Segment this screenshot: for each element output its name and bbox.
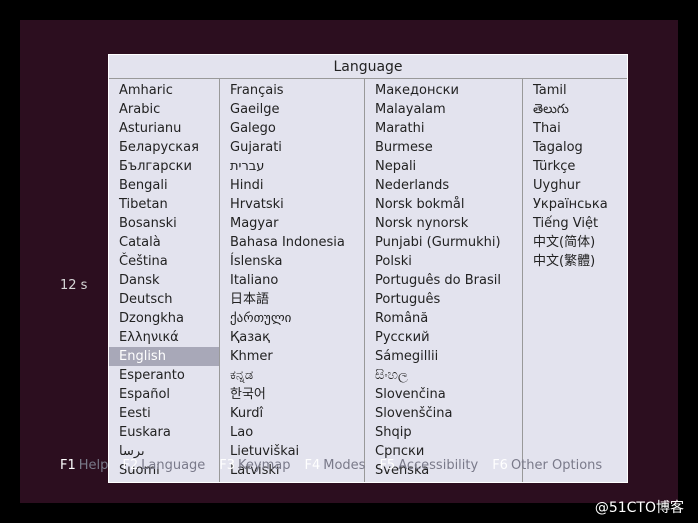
- language-option[interactable]: Türkçe: [523, 157, 627, 176]
- fkey-label: F2: [122, 458, 138, 473]
- language-option[interactable]: Íslenska: [220, 252, 364, 271]
- language-option[interactable]: Nederlands: [365, 176, 522, 195]
- fkey-action: Keymap: [238, 458, 290, 473]
- language-columns: AmharicArabicAsturianuБеларускаяБългарск…: [109, 79, 627, 482]
- language-option[interactable]: Hrvatski: [220, 195, 364, 214]
- language-option[interactable]: Galego: [220, 119, 364, 138]
- language-option[interactable]: Euskara: [109, 423, 219, 442]
- language-option[interactable]: Deutsch: [109, 290, 219, 309]
- language-option[interactable]: Thai: [523, 119, 627, 138]
- language-option[interactable]: Norsk bokmål: [365, 195, 522, 214]
- fkey-label: F1: [60, 458, 76, 473]
- language-option[interactable]: Bosanski: [109, 214, 219, 233]
- fkey-action: Other Options: [511, 458, 602, 473]
- language-option[interactable]: Македонски: [365, 81, 522, 100]
- language-option[interactable]: Norsk nynorsk: [365, 214, 522, 233]
- language-option[interactable]: עברית: [220, 157, 364, 176]
- footer-option[interactable]: F3Keymap: [219, 458, 290, 473]
- fkey-label: F5: [379, 458, 395, 473]
- language-option[interactable]: Ελληνικά: [109, 328, 219, 347]
- watermark: @51CTO博客: [595, 497, 684, 517]
- language-option[interactable]: Polski: [365, 252, 522, 271]
- language-option[interactable]: Eesti: [109, 404, 219, 423]
- language-option[interactable]: Português: [365, 290, 522, 309]
- footer-option[interactable]: F1Help: [60, 458, 108, 473]
- language-option[interactable]: 中文(繁體): [523, 252, 627, 271]
- language-option[interactable]: Hindi: [220, 176, 364, 195]
- fkey-action: Modes: [323, 458, 365, 473]
- language-option[interactable]: Punjabi (Gurmukhi): [365, 233, 522, 252]
- language-option[interactable]: Asturianu: [109, 119, 219, 138]
- language-option[interactable]: Dzongkha: [109, 309, 219, 328]
- language-column: AmharicArabicAsturianuБеларускаяБългарск…: [109, 79, 220, 482]
- footer-bar: F1Help F2Language F3Keymap F4Modes F5Accessi…: [60, 458, 602, 473]
- language-option[interactable]: Nepali: [365, 157, 522, 176]
- fkey-label: F6: [492, 458, 508, 473]
- language-option[interactable]: ಕನ್ನಡ: [220, 366, 364, 385]
- language-option[interactable]: Uyghur: [523, 176, 627, 195]
- language-option[interactable]: Čeština: [109, 252, 219, 271]
- language-option[interactable]: Tamil: [523, 81, 627, 100]
- fkey-action: Accessibility: [398, 458, 478, 473]
- language-option[interactable]: Shqip: [365, 423, 522, 442]
- countdown-timer: 12 s: [60, 278, 87, 293]
- language-option[interactable]: Español: [109, 385, 219, 404]
- fkey-label: F4: [305, 458, 321, 473]
- language-column: TamilతెలుగుThaiTagalogTürkçeUyghurУкраїн…: [523, 79, 627, 482]
- language-option[interactable]: Khmer: [220, 347, 364, 366]
- language-option[interactable]: Magyar: [220, 214, 364, 233]
- language-option[interactable]: Marathi: [365, 119, 522, 138]
- language-option[interactable]: Français: [220, 81, 364, 100]
- footer-option[interactable]: F5Accessibility: [379, 458, 478, 473]
- language-option[interactable]: Lao: [220, 423, 364, 442]
- language-option[interactable]: Беларуская: [109, 138, 219, 157]
- footer-option[interactable]: F4Modes: [305, 458, 366, 473]
- language-option[interactable]: Esperanto: [109, 366, 219, 385]
- fkey-label: F3: [219, 458, 235, 473]
- language-option[interactable]: Português do Brasil: [365, 271, 522, 290]
- language-option[interactable]: Sámegillii: [365, 347, 522, 366]
- language-option[interactable]: 中文(简体): [523, 233, 627, 252]
- installer-screen: 12 s Language AmharicArabicAsturianuБела…: [20, 20, 678, 503]
- language-option[interactable]: Català: [109, 233, 219, 252]
- language-option[interactable]: Gujarati: [220, 138, 364, 157]
- language-option[interactable]: Tiếng Việt: [523, 214, 627, 233]
- language-option[interactable]: Burmese: [365, 138, 522, 157]
- language-option[interactable]: Українська: [523, 195, 627, 214]
- language-option[interactable]: Slovenščina: [365, 404, 522, 423]
- language-option[interactable]: Tagalog: [523, 138, 627, 157]
- language-option[interactable]: Български: [109, 157, 219, 176]
- language-option[interactable]: 日本語: [220, 290, 364, 309]
- language-option[interactable]: English: [109, 347, 219, 366]
- language-option[interactable]: Қазақ: [220, 328, 364, 347]
- language-option[interactable]: తెలుగు: [523, 100, 627, 119]
- language-column: МакедонскиMalayalamMarathiBurmeseNepaliN…: [365, 79, 523, 482]
- language-option[interactable]: Malayalam: [365, 100, 522, 119]
- footer-option[interactable]: F2Language: [122, 458, 205, 473]
- language-option[interactable]: Bahasa Indonesia: [220, 233, 364, 252]
- language-option[interactable]: Italiano: [220, 271, 364, 290]
- footer-option[interactable]: F6Other Options: [492, 458, 602, 473]
- fkey-action: Language: [141, 458, 205, 473]
- fkey-action: Help: [79, 458, 109, 473]
- panel-title: Language: [109, 55, 627, 79]
- language-column: FrançaisGaeilgeGalegoGujaratiעבריתHindiH…: [220, 79, 365, 482]
- language-option[interactable]: Gaeilge: [220, 100, 364, 119]
- language-option[interactable]: Română: [365, 309, 522, 328]
- language-panel: Language AmharicArabicAsturianuБеларуска…: [108, 54, 628, 483]
- language-option[interactable]: සිංහල: [365, 366, 522, 385]
- language-option[interactable]: Русский: [365, 328, 522, 347]
- language-option[interactable]: Kurdî: [220, 404, 364, 423]
- language-option[interactable]: Tibetan: [109, 195, 219, 214]
- language-option[interactable]: 한국어: [220, 385, 364, 404]
- language-option[interactable]: Arabic: [109, 100, 219, 119]
- language-option[interactable]: Bengali: [109, 176, 219, 195]
- language-option[interactable]: Dansk: [109, 271, 219, 290]
- language-option[interactable]: Amharic: [109, 81, 219, 100]
- language-option[interactable]: ქართული: [220, 309, 364, 328]
- language-option[interactable]: Slovenčina: [365, 385, 522, 404]
